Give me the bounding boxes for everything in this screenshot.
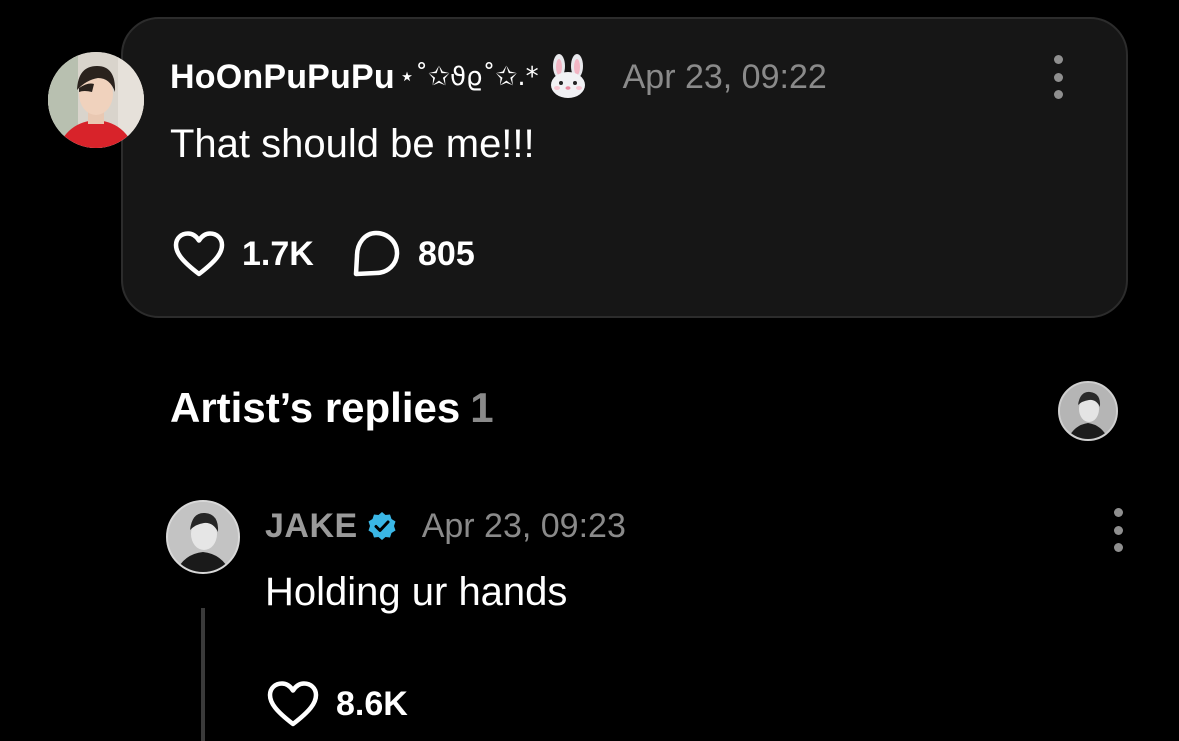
post-comment-button[interactable]: 805: [350, 226, 475, 282]
reply-timestamp: Apr 23, 09:23: [421, 506, 626, 545]
post-text: That should be me!!!: [170, 122, 535, 166]
verified-badge-icon: [366, 510, 398, 542]
heart-icon: [266, 680, 320, 728]
reply-like-button[interactable]: 8.6K: [266, 676, 408, 732]
fan-avatar-image: [48, 52, 144, 148]
artist-replies-count: 1: [470, 384, 494, 431]
post-header: HoOnPuPuPu ⋆˚✩ϑϱ˚✩.* Apr 23, 09:22: [170, 52, 827, 102]
reply-author-name[interactable]: JAKE: [265, 507, 358, 546]
post-like-count: 1.7K: [242, 234, 314, 273]
comment-bubble-icon: [350, 229, 402, 279]
artist-replies-heading: Artist’s replies 1: [170, 384, 494, 432]
artist-avatar-small-image: [1060, 383, 1116, 439]
heart-icon: [172, 230, 226, 278]
reply-more-options-icon[interactable]: [1112, 508, 1124, 552]
username-decoration: ⋆˚✩ϑϱ˚✩.*: [398, 62, 539, 92]
reply-author-avatar-image: [168, 502, 238, 572]
post-timestamp: Apr 23, 09:22: [622, 57, 827, 96]
thread-line: [201, 608, 205, 741]
comment-thread-screen: HoOnPuPuPu ⋆˚✩ϑϱ˚✩.* Apr 23, 09:22 That …: [0, 0, 1179, 741]
reply-author-avatar[interactable]: [166, 500, 240, 574]
artist-replies-title: Artist’s replies: [170, 384, 461, 431]
post-like-button[interactable]: 1.7K: [172, 226, 314, 282]
reply-like-count: 8.6K: [336, 684, 408, 723]
artist-avatar-small[interactable]: [1058, 381, 1118, 441]
reply-text: Holding ur hands: [265, 570, 568, 614]
post-username[interactable]: HoOnPuPuPu: [170, 58, 395, 97]
post-more-options-icon[interactable]: [1052, 55, 1064, 99]
fan-avatar[interactable]: [48, 52, 144, 148]
post-comment-count: 805: [418, 234, 475, 273]
rabbit-face-icon: [545, 54, 591, 100]
reply-header: JAKE Apr 23, 09:23: [265, 502, 626, 550]
